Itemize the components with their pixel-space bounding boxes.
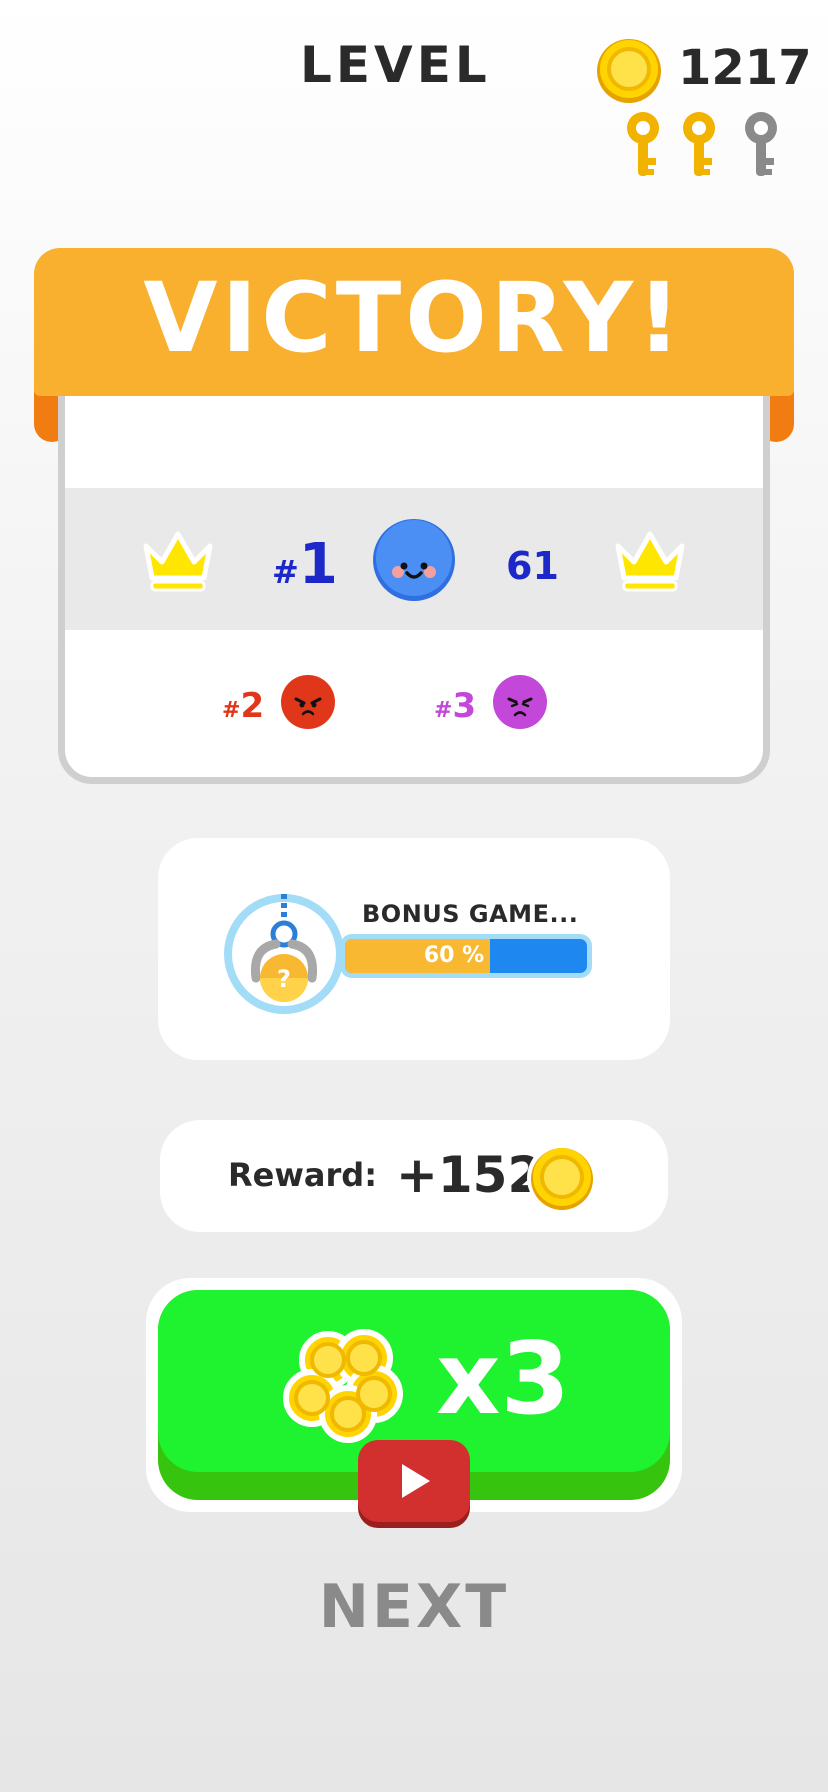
reward-label: Reward:	[228, 1156, 377, 1194]
coin-icon	[527, 1143, 597, 1213]
second-place-rank: #2	[222, 686, 264, 726]
coin-pile-icon	[283, 1329, 403, 1443]
rank-number: 3	[452, 686, 477, 726]
rank-hash: #	[434, 698, 453, 723]
reward-value: +152	[396, 1146, 543, 1204]
coin-icon	[597, 39, 661, 103]
bonus-progress-bar: 60 %	[340, 934, 592, 978]
key-icon	[627, 112, 659, 176]
play-video-badge[interactable]	[358, 1440, 470, 1522]
level-title: LEVEL	[300, 36, 491, 94]
key-icon	[683, 112, 715, 176]
rank-hash: #	[272, 553, 299, 591]
multiplier-label: x3	[436, 1320, 571, 1437]
rank-number: 1	[298, 532, 338, 597]
question-mark: ?	[277, 965, 291, 993]
bonus-progress-text: 60 %	[423, 943, 485, 968]
next-button[interactable]: NEXT	[0, 1572, 828, 1642]
first-place-rank: #1	[272, 532, 338, 597]
rank-hash: #	[222, 698, 241, 723]
first-place-score: 61	[506, 544, 559, 588]
claw-machine-icon: ?	[224, 894, 344, 1014]
third-place-rank: #3	[434, 686, 476, 726]
victory-title: VICTORY!	[143, 262, 685, 374]
coin-count: 1217	[678, 40, 812, 96]
purple-angry-face	[493, 675, 547, 729]
crown-icon	[143, 531, 213, 592]
blue-smile-face	[373, 519, 455, 601]
bonus-game-label: BONUS GAME...	[362, 900, 579, 928]
red-angry-face	[281, 675, 335, 729]
crown-icon	[615, 531, 685, 592]
play-video-icon	[402, 1464, 430, 1498]
rank-number: 2	[240, 686, 265, 726]
key-icon-empty	[745, 112, 777, 176]
